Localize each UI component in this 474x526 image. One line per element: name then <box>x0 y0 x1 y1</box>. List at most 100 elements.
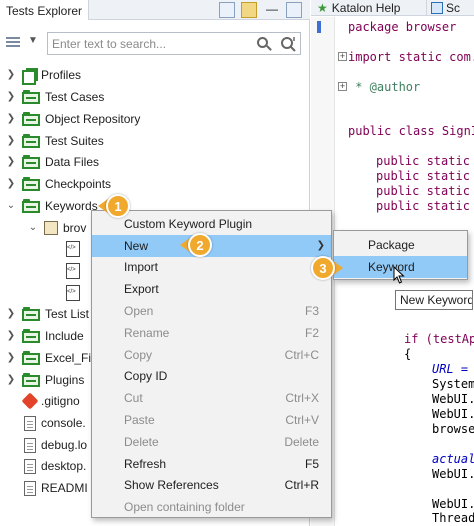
current-line-marker <box>317 21 321 33</box>
code-line[interactable]: public static <box>376 199 470 213</box>
chevron-right-icon[interactable]: ❯ <box>6 179 16 189</box>
code-line[interactable]: package browser <box>348 20 456 34</box>
menu-item-shortcut: Ctrl+X <box>285 391 319 406</box>
folder-icon <box>22 112 40 126</box>
code-line[interactable]: if (testAp <box>404 332 474 346</box>
git-icon <box>21 392 39 410</box>
menu-item-shortcut: Ctrl+V <box>285 413 319 428</box>
menu-item-label: Import <box>124 260 159 275</box>
step-badge-3: 3 <box>311 255 343 281</box>
tree-item-profiles[interactable]: ❯ Profiles <box>0 64 310 86</box>
menu-item-import[interactable]: Import <box>92 257 331 279</box>
tab-keyword-file[interactable]: Sc <box>426 0 474 16</box>
link-with-editor-icon[interactable] <box>241 2 257 18</box>
submenu-item-label: Package <box>368 238 415 252</box>
code-line[interactable]: WebUI. <box>432 497 474 511</box>
code-line[interactable]: Thread <box>432 511 474 525</box>
tree-item-label: desktop. <box>41 459 87 473</box>
code-line[interactable]: public class SignI <box>348 124 474 138</box>
file-icon <box>24 480 36 496</box>
menu-item-delete[interactable]: Delete Delete <box>92 431 331 453</box>
folder-icon <box>22 155 40 169</box>
code-line[interactable]: System <box>432 377 474 391</box>
editor-tab-label: Sc <box>446 1 461 15</box>
code-line[interactable]: { <box>404 347 411 361</box>
folder-icon <box>22 351 40 365</box>
filter-list-icon[interactable] <box>6 37 20 49</box>
code-line[interactable]: browse <box>432 422 474 436</box>
tree-item-label: Profiles <box>41 68 82 82</box>
tree-item-test-suites[interactable]: ❯ Test Suites <box>0 130 310 152</box>
chevron-down-icon[interactable]: ⌄ <box>6 201 16 211</box>
tab-tests-explorer[interactable]: Tests Explorer <box>0 0 90 20</box>
tree-item-label: brov <box>63 221 87 235</box>
tree-item-label: Test Cases <box>45 90 105 104</box>
menu-item-shortcut: F2 <box>304 325 319 340</box>
code-line[interactable]: public static <box>376 184 470 198</box>
keyword-file-icon <box>66 285 80 301</box>
menu-item-label: Show References <box>124 478 219 493</box>
chevron-down-icon[interactable]: ⌄ <box>28 223 38 233</box>
profiles-icon <box>22 68 38 85</box>
tab-katalon-help[interactable]: ★ Katalon Help <box>317 0 400 16</box>
folder-icon <box>22 177 40 191</box>
tree-item-label: Include <box>45 329 84 343</box>
code-line[interactable]: URL = <box>432 362 468 376</box>
tree-item-object-repository[interactable]: ❯ Object Repository <box>0 108 310 130</box>
code-line[interactable]: public static <box>376 154 470 168</box>
tree-item-label: console. <box>41 416 86 430</box>
chevron-right-icon[interactable]: ❯ <box>6 375 16 385</box>
code-line[interactable]: WebUI. <box>432 467 474 481</box>
menu-item-copy[interactable]: Copy Ctrl+C <box>92 344 331 366</box>
chevron-right-icon[interactable]: ❯ <box>6 157 16 167</box>
collapse-all-icon[interactable] <box>219 2 235 18</box>
menu-item-copy-id[interactable]: Copy ID <box>92 366 331 388</box>
fold-expand-icon[interactable]: + <box>338 52 347 61</box>
chevron-right-icon[interactable]: ❯ <box>6 353 16 363</box>
chevron-right-icon[interactable]: ❯ <box>6 92 16 102</box>
menu-item-open[interactable]: Open F3 <box>92 300 331 322</box>
menu-item-export[interactable]: Export <box>92 278 331 300</box>
menu-item-show-references[interactable]: Show References Ctrl+R <box>92 475 331 497</box>
chevron-right-icon[interactable]: ❯ <box>6 70 16 80</box>
keyword-file-icon <box>431 2 443 14</box>
menu-item-paste[interactable]: Paste Ctrl+V <box>92 409 331 431</box>
submenu-item-package[interactable]: Package <box>334 234 467 256</box>
menu-item-label: Refresh <box>124 456 167 471</box>
code-line[interactable]: actual <box>432 452 474 466</box>
chevron-right-icon[interactable]: ❯ <box>6 309 16 319</box>
menu-item-shortcut: Delete <box>284 434 319 449</box>
package-icon <box>44 221 58 235</box>
menu-item-shortcut: F5 <box>304 456 319 471</box>
tree-item-test-cases[interactable]: ❯ Test Cases <box>0 86 310 108</box>
advanced-search-icon[interactable] <box>280 36 296 52</box>
tree-item-data-files[interactable]: ❯ Data Files <box>0 151 310 173</box>
maximize-icon[interactable] <box>286 2 302 18</box>
minimize-icon[interactable]: — <box>264 2 280 18</box>
chevron-right-icon[interactable]: ❯ <box>6 136 16 146</box>
menu-item-cut[interactable]: Cut Ctrl+X <box>92 387 331 409</box>
code-line[interactable]: import static com. <box>348 50 474 64</box>
menu-item-label: Copy <box>124 347 153 362</box>
chevron-right-icon[interactable]: ❯ <box>6 114 16 124</box>
editor-tab-label: Katalon Help <box>331 1 401 15</box>
submenu-item-label: Keyword <box>368 260 415 274</box>
chevron-down-icon[interactable]: ▼ <box>28 35 38 46</box>
menu-item-label: Custom Keyword Plugin <box>124 216 253 231</box>
menu-item-refresh[interactable]: Refresh F5 <box>92 453 331 475</box>
search-icon[interactable] <box>256 36 272 52</box>
editor-tab-bar: ★ Katalon Help Sc <box>311 0 474 16</box>
menu-item-label: Delete <box>124 434 159 449</box>
file-icon <box>24 437 36 453</box>
folder-icon <box>22 90 40 104</box>
code-line[interactable]: public static <box>376 169 470 183</box>
chevron-right-icon[interactable]: ❯ <box>6 331 16 341</box>
code-line[interactable]: * @author <box>348 80 420 94</box>
menu-item-rename[interactable]: Rename F2 <box>92 322 331 344</box>
menu-item-label: Copy ID <box>124 369 168 384</box>
tree-item-checkpoints[interactable]: ❯ Checkpoints <box>0 173 310 195</box>
fold-expand-icon[interactable]: + <box>338 82 347 91</box>
code-line[interactable]: WebUI. <box>432 392 474 406</box>
menu-item-open-containing-folder[interactable]: Open containing folder <box>92 496 331 518</box>
code-line[interactable]: WebUI. <box>432 407 474 421</box>
